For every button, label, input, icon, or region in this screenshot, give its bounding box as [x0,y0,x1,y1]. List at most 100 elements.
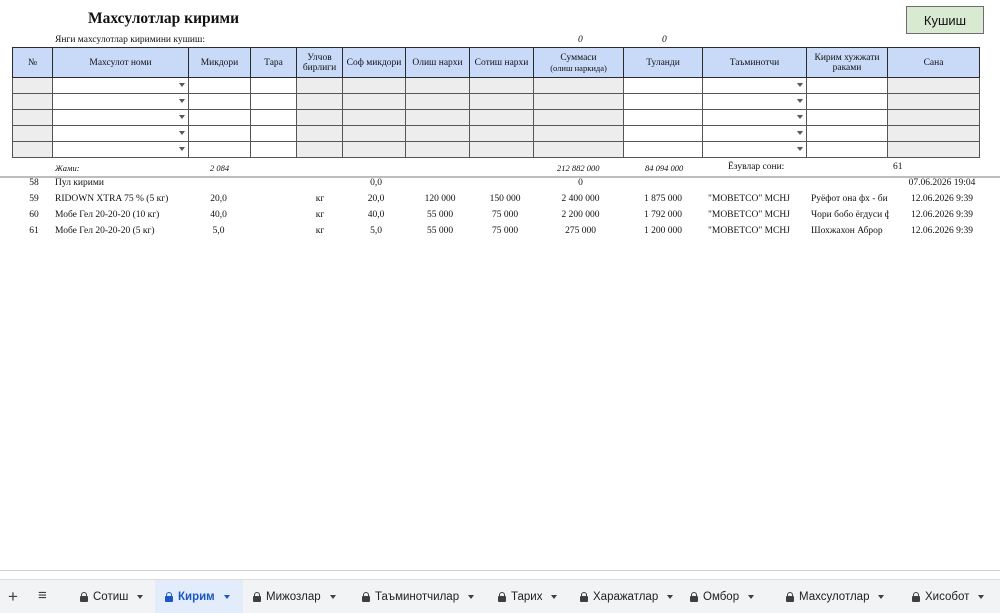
dropdown-arrow-icon[interactable] [797,115,803,119]
record-cell-n[interactable]: 59 [27,194,41,204]
record-cell-supplier[interactable]: "MOBETCO" MCHJ [708,194,806,204]
tab-menu-arrow-icon[interactable] [137,594,144,599]
dropdown-arrow-icon[interactable] [179,147,185,151]
record-cell-sum[interactable]: 0 [548,178,613,188]
entry-cell[interactable] [52,141,189,158]
entry-cell[interactable] [12,93,53,110]
tab-menu-arrow-icon[interactable] [551,594,558,599]
record-cell-date[interactable]: 12.06.2026 9:39 [892,210,992,220]
entry-cell[interactable] [623,125,703,142]
entry-cell[interactable] [806,125,888,142]
sheet-tab[interactable]: Мижозлар [243,580,352,613]
tab-menu-arrow-icon[interactable] [978,594,985,599]
record-cell-sum[interactable]: 2 200 000 [548,210,613,220]
add-button[interactable]: Кушиш [906,6,984,34]
entry-cell[interactable] [250,77,297,94]
entry-cell[interactable] [12,77,53,94]
record-cell-date[interactable]: 12.06.2026 9:39 [892,194,992,204]
record-cell-name[interactable]: RIDOWN XTRA 75 % (5 кг) [55,194,190,204]
entry-cell[interactable] [887,125,980,142]
tab-menu-arrow-icon[interactable] [468,594,475,599]
tab-menu-arrow-icon[interactable] [329,594,336,599]
entry-cell[interactable] [296,77,343,94]
entry-cell[interactable] [12,109,53,126]
entry-cell[interactable] [188,125,251,142]
add-sheet-button[interactable]: + [8,587,18,607]
record-cell-date[interactable]: 07.06.2026 19:04 [892,178,992,188]
entry-cell[interactable] [405,141,470,158]
record-cell-qty[interactable]: 40,0 [196,210,241,220]
entry-cell[interactable] [250,93,297,110]
record-cell-name[interactable]: Мобе Гел 20-20-20 (10 кг) [55,210,190,220]
record-cell-doc[interactable]: Чори бобо ёгдуси ф [811,210,889,220]
entry-cell[interactable] [52,77,189,94]
entry-cell[interactable] [52,93,189,110]
record-cell-sum[interactable]: 275 000 [548,226,613,236]
record-cell-unit[interactable]: кг [308,210,332,220]
sheet-tab[interactable]: Хисобот [902,580,990,613]
dropdown-arrow-icon[interactable] [179,83,185,87]
sheet-tab[interactable]: Сотиш [70,580,155,613]
tab-menu-arrow-icon[interactable] [223,594,230,599]
dropdown-arrow-icon[interactable] [797,131,803,135]
entry-cell[interactable] [806,77,888,94]
record-cell-buy[interactable]: 55 000 [415,226,465,236]
entry-cell[interactable] [405,125,470,142]
record-cell-supplier[interactable]: "MOBETCO" MCHJ [708,210,806,220]
dropdown-arrow-icon[interactable] [797,83,803,87]
tab-menu-arrow-icon[interactable] [748,594,755,599]
record-cell-n[interactable]: 60 [27,210,41,220]
record-cell-paid[interactable]: 1 200 000 [628,226,698,236]
entry-cell[interactable] [296,125,343,142]
entry-cell[interactable] [296,93,343,110]
record-cell-unit[interactable]: кг [308,226,332,236]
entry-cell[interactable] [342,109,406,126]
record-cell-sum[interactable]: 2 400 000 [548,194,613,204]
tab-menu-arrow-icon[interactable] [878,594,885,599]
record-cell-qty[interactable]: 5,0 [196,226,241,236]
record-cell-net[interactable]: 5,0 [360,226,392,236]
entry-cell[interactable] [296,109,343,126]
sheet-tab[interactable]: Харажатлар [570,580,680,613]
entry-cell[interactable] [702,93,807,110]
entry-cell[interactable] [623,77,703,94]
entry-cell[interactable] [469,77,534,94]
record-cell-unit[interactable]: кг [308,194,332,204]
dropdown-arrow-icon[interactable] [797,147,803,151]
record-cell-doc[interactable]: Шохжахон Аброр [811,226,889,236]
all-sheets-menu-button[interactable]: ≡ [38,587,47,604]
entry-cell[interactable] [623,141,703,158]
entry-cell[interactable] [342,141,406,158]
entry-cell[interactable] [405,93,470,110]
record-cell-name[interactable]: Пул кирими [55,178,190,188]
tab-menu-arrow-icon[interactable] [667,594,674,599]
entry-cell[interactable] [533,93,624,110]
sheet-tab[interactable]: Тарих [488,580,570,613]
entry-cell[interactable] [469,141,534,158]
dropdown-arrow-icon[interactable] [179,131,185,135]
entry-cell[interactable] [469,109,534,126]
entry-cell[interactable] [806,141,888,158]
entry-cell[interactable] [342,125,406,142]
entry-cell[interactable] [623,109,703,126]
entry-cell[interactable] [12,125,53,142]
entry-cell[interactable] [52,109,189,126]
record-cell-paid[interactable]: 1 875 000 [628,194,698,204]
entry-cell[interactable] [250,125,297,142]
entry-cell[interactable] [887,77,980,94]
entry-cell[interactable] [405,77,470,94]
dropdown-arrow-icon[interactable] [797,99,803,103]
entry-cell[interactable] [806,93,888,110]
entry-cell[interactable] [533,109,624,126]
sheet-tab[interactable]: Кирим [155,580,243,613]
entry-cell[interactable] [250,141,297,158]
entry-cell[interactable] [12,141,53,158]
entry-cell[interactable] [188,109,251,126]
entry-cell[interactable] [188,93,251,110]
record-cell-qty[interactable]: 20,0 [196,194,241,204]
record-cell-n[interactable]: 61 [27,226,41,236]
record-cell-net[interactable]: 0,0 [360,178,392,188]
entry-cell[interactable] [533,125,624,142]
entry-cell[interactable] [533,141,624,158]
record-cell-supplier[interactable]: "MOBETCO" MCHJ [708,226,806,236]
